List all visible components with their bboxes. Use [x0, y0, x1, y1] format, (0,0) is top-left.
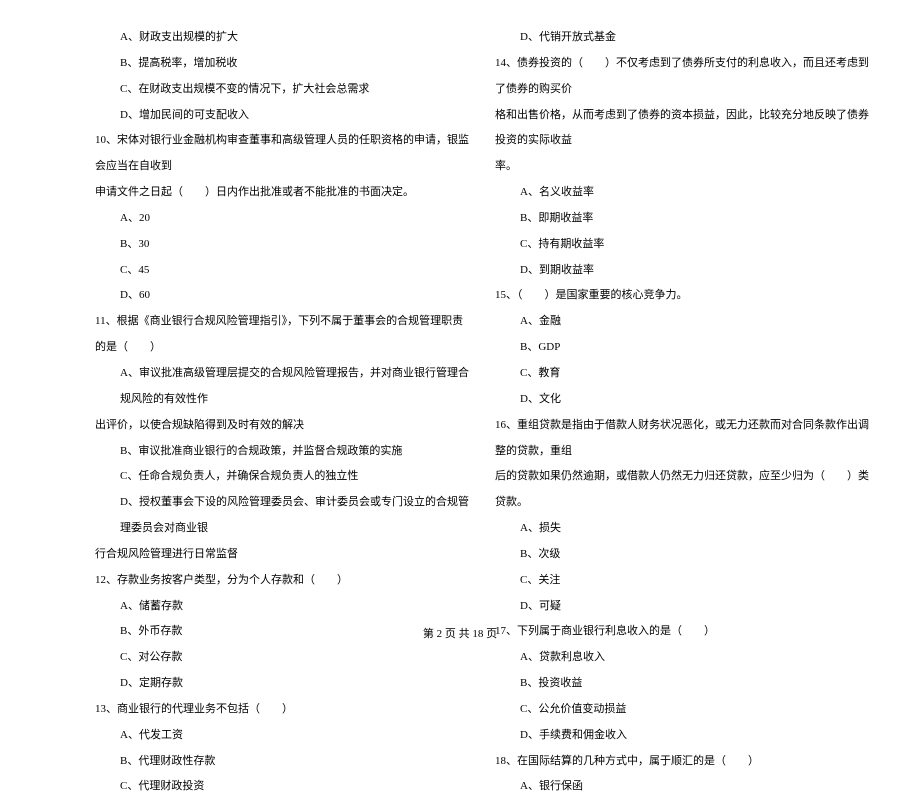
q16-option-a: A、损失 [495, 516, 870, 542]
q16-option-b: B、次级 [495, 542, 870, 568]
q12-text: 12、存款业务按客户类型，分为个人存款和（ ） [95, 568, 470, 594]
q16-option-c: C、关注 [495, 568, 870, 594]
q12-option-a: A、储蓄存款 [95, 594, 470, 620]
q17-option-b: B、投资收益 [495, 671, 870, 697]
left-column: A、财政支出规模的扩大 B、提高税率，增加税收 C、在财政支出规模不变的情况下，… [95, 25, 490, 600]
q17-option-a: A、贷款利息收入 [495, 645, 870, 671]
q14-text-line3: 率。 [495, 154, 870, 180]
q11-option-d-line1: D、授权董事会下设的风险管理委员会、审计委员会或专门设立的合规管理委员会对商业银 [95, 490, 470, 542]
q14-text-line2: 格和出售价格，从而考虑到了债券的资本损益，因此，比较充分地反映了债券投资的实际收… [495, 103, 870, 155]
q10-text-line1: 10、宋体对银行业金融机构审查董事和高级管理人员的任职资格的申请，银监会应当在自… [95, 128, 470, 180]
q15-option-b: B、GDP [495, 335, 870, 361]
q11-option-a-line1: A、审议批准高级管理层提交的合规风险管理报告，并对商业银行管理合规风险的有效性作 [95, 361, 470, 413]
q14-option-b: B、即期收益率 [495, 206, 870, 232]
q15-text: 15、（ ）是国家重要的核心竞争力。 [495, 283, 870, 309]
q13-option-b: B、代理财政性存款 [95, 749, 470, 775]
q16-text-line2: 后的贷款如果仍然逾期，或借款人仍然无力归还贷款，应至少归为（ ）类贷款。 [495, 464, 870, 516]
q9-option-b: B、提高税率，增加税收 [95, 51, 470, 77]
q13-option-a: A、代发工资 [95, 723, 470, 749]
q14-option-d: D、到期收益率 [495, 258, 870, 284]
q11-option-d-line2: 行合规风险管理进行日常监督 [95, 542, 470, 568]
q13-option-c: C、代理财政投资 [95, 774, 470, 800]
q15-option-c: C、教育 [495, 361, 870, 387]
q13-text: 13、商业银行的代理业务不包括（ ） [95, 697, 470, 723]
q13-option-d: D、代销开放式基金 [495, 25, 870, 51]
q15-option-d: D、文化 [495, 387, 870, 413]
q17-text: 17、下列属于商业银行利息收入的是（ ） [495, 619, 870, 645]
right-column: D、代销开放式基金 14、债券投资的（ ）不仅考虑到了债券所支付的利息收入，而且… [490, 25, 870, 600]
q10-option-c: C、45 [95, 258, 470, 284]
q17-option-d: D、手续费和佣金收入 [495, 723, 870, 749]
q9-option-a: A、财政支出规模的扩大 [95, 25, 470, 51]
q12-option-d: D、定期存款 [95, 671, 470, 697]
q12-option-c: C、对公存款 [95, 645, 470, 671]
q10-option-d: D、60 [95, 283, 470, 309]
q9-option-d: D、增加民间的可支配收入 [95, 103, 470, 129]
q16-option-d: D、可疑 [495, 594, 870, 620]
q11-option-b: B、审议批准商业银行的合规政策，并监督合规政策的实施 [95, 439, 470, 465]
q10-text-line2: 申请文件之日起（ ）日内作出批准或者不能批准的书面决定。 [95, 180, 470, 206]
q10-option-b: B、30 [95, 232, 470, 258]
q9-option-c: C、在财政支出规模不变的情况下，扩大社会总需求 [95, 77, 470, 103]
q10-option-a: A、20 [95, 206, 470, 232]
q18-option-a: A、银行保函 [495, 774, 870, 800]
q12-option-b: B、外币存款 [95, 619, 470, 645]
page-content: A、财政支出规模的扩大 B、提高税率，增加税收 C、在财政支出规模不变的情况下，… [0, 0, 920, 620]
q17-option-c: C、公允价值变动损益 [495, 697, 870, 723]
q14-text-line1: 14、债券投资的（ ）不仅考虑到了债券所支付的利息收入，而且还考虑到了债券的购买… [495, 51, 870, 103]
q14-option-a: A、名义收益率 [495, 180, 870, 206]
q15-option-a: A、金融 [495, 309, 870, 335]
q11-option-c: C、任命合规负责人，并确保合规负责人的独立性 [95, 464, 470, 490]
q11-text: 11、根据《商业银行合规风险管理指引》，下列不属于董事会的合规管理职责的是（ ） [95, 309, 470, 361]
q16-text-line1: 16、重组贷款是指由于借款人财务状况恶化，或无力还款而对合同条款作出调整的贷款，… [495, 413, 870, 465]
q18-text: 18、在国际结算的几种方式中，属于顺汇的是（ ） [495, 749, 870, 775]
q14-option-c: C、持有期收益率 [495, 232, 870, 258]
q11-option-a-line2: 出评价，以使合规缺陷得到及时有效的解决 [95, 413, 470, 439]
